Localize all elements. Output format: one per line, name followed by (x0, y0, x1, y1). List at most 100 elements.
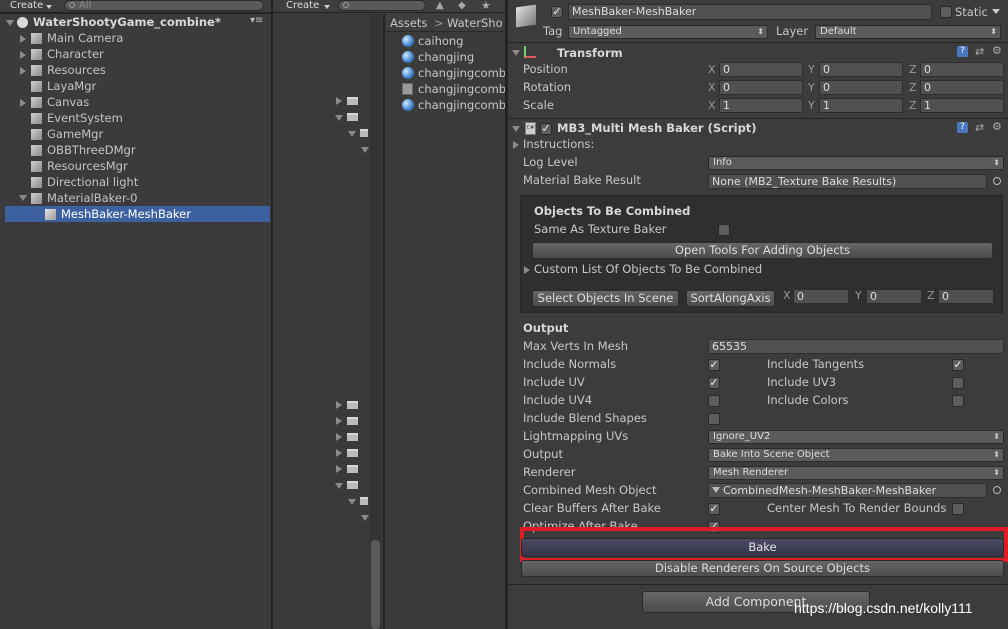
max-verts-field[interactable]: 65535 (708, 339, 1004, 354)
gear-icon[interactable]: ⚙ (992, 120, 1002, 133)
transform-foldout-arrow[interactable] (512, 50, 520, 56)
position-y-field[interactable]: 0 (819, 62, 903, 77)
object-picker-icon[interactable] (993, 177, 1001, 185)
axis-x-label[interactable]: X (783, 289, 791, 302)
expand-arrow-icon[interactable] (336, 465, 342, 473)
favorite-star-icon[interactable]: ★ (481, 0, 491, 12)
include-colors-checkbox[interactable] (952, 395, 964, 407)
bake-button[interactable]: Bake (521, 538, 1004, 557)
combined-mesh-field[interactable]: CombinedMesh-MeshBaker-MeshBaker (708, 483, 987, 498)
axis-z-label[interactable]: Z (927, 289, 935, 302)
axis-y-label[interactable]: Y (808, 63, 815, 76)
include-uv4-checkbox[interactable] (708, 395, 720, 407)
position-z-field[interactable]: 0 (920, 62, 1004, 77)
project-search-input[interactable] (338, 0, 426, 11)
sort-along-axis-button[interactable]: SortAlongAxis (686, 290, 775, 307)
open-tools-button[interactable]: Open Tools For Adding Objects (532, 242, 993, 259)
sort-z-field[interactable]: 0 (938, 289, 994, 304)
hierarchy-create-button[interactable]: Create (6, 0, 47, 12)
material-bake-field[interactable]: None (MB2_Texture Bake Results) (708, 174, 987, 189)
object-picker-icon[interactable] (993, 486, 1001, 494)
renderer-dropdown[interactable]: Mesh Renderer (708, 466, 1004, 480)
expand-arrow-icon[interactable] (336, 449, 342, 457)
filter-label-icon[interactable]: ◆ (458, 0, 466, 11)
filter-type-icon[interactable]: ▲ (436, 0, 444, 11)
log-level-dropdown[interactable]: Info (708, 156, 1004, 170)
static-checkbox[interactable] (940, 6, 952, 18)
collapse-arrow-icon[interactable] (348, 131, 356, 137)
include-uv-checkbox[interactable]: ✓ (708, 377, 720, 389)
clear-buffers-checkbox[interactable]: ✓ (708, 503, 720, 515)
scale-x-field[interactable]: 1 (719, 98, 803, 113)
axis-x-label[interactable]: X (708, 99, 716, 112)
active-checkbox[interactable]: ✓ (551, 6, 563, 18)
scale-y-field[interactable]: 1 (819, 98, 903, 113)
gear-icon[interactable]: ⚙ (992, 44, 1002, 57)
axis-x-label[interactable]: X (708, 81, 716, 94)
include-uv3-checkbox[interactable] (952, 377, 964, 389)
breadcrumb-assets[interactable]: Assets (390, 16, 427, 30)
preset-icon[interactable]: ⇄ (975, 45, 984, 58)
scene-menu-icon[interactable]: ▾≡ (250, 15, 263, 26)
static-dropdown-icon[interactable] (992, 9, 1000, 14)
disable-renderers-button[interactable]: Disable Renderers On Source Objects (521, 560, 1004, 577)
include-tangents-checkbox[interactable]: ✓ (952, 359, 964, 371)
breadcrumb-folder[interactable]: WaterSho (447, 16, 503, 30)
position-x-field[interactable]: 0 (719, 62, 803, 77)
rotation-z-field[interactable]: 0 (920, 80, 1004, 95)
axis-z-label[interactable]: Z (909, 99, 917, 112)
sort-y-field[interactable]: 0 (866, 289, 922, 304)
center-mesh-checkbox[interactable] (952, 503, 964, 515)
object-name-field[interactable]: MeshBaker-MeshBaker (568, 4, 932, 20)
axis-x-label[interactable]: X (708, 63, 716, 76)
expand-arrow-icon[interactable] (336, 417, 342, 425)
script-title[interactable]: MB3_Multi Mesh Baker (Script) (557, 121, 757, 135)
script-enabled-checkbox[interactable]: ✓ (540, 123, 552, 135)
axis-z-label[interactable]: Z (909, 81, 917, 94)
help-icon[interactable]: ? (957, 122, 968, 133)
layer-dropdown[interactable]: Default (815, 25, 1001, 39)
same-as-checkbox[interactable] (718, 224, 730, 236)
instructions-label[interactable]: Instructions: (523, 137, 594, 151)
scene-title[interactable]: WaterShootyGame_combine* (33, 14, 221, 30)
collapse-arrow-icon[interactable] (361, 515, 369, 521)
include-blend-checkbox[interactable] (708, 413, 720, 425)
rotation-y-field[interactable]: 0 (819, 80, 903, 95)
expand-arrow-icon[interactable] (336, 433, 342, 441)
axis-y-label[interactable]: Y (808, 99, 815, 112)
select-objects-button[interactable]: Select Objects In Scene (532, 290, 679, 307)
hierarchy-search-input[interactable]: All (64, 0, 264, 11)
scrollbar-thumb[interactable] (371, 540, 380, 629)
expand-arrow-icon[interactable] (336, 401, 342, 409)
help-icon[interactable]: ? (957, 46, 968, 57)
axis-y-label[interactable]: Y (855, 289, 862, 302)
axis-y-label[interactable]: Y (808, 81, 815, 94)
scene-collapse-arrow[interactable] (6, 20, 14, 26)
output-dropdown[interactable]: Bake Into Scene Object (708, 448, 1004, 462)
expand-arrow-icon[interactable] (20, 51, 26, 59)
expand-arrow-icon[interactable] (20, 99, 26, 107)
collapse-arrow-icon[interactable] (348, 499, 356, 505)
script-foldout-arrow[interactable] (512, 126, 520, 132)
instructions-foldout-arrow[interactable] (513, 141, 519, 149)
preset-icon[interactable]: ⇄ (975, 121, 984, 134)
expand-arrow-icon[interactable] (336, 97, 342, 105)
lightmapping-dropdown[interactable]: Ignore_UV2 (708, 430, 1004, 444)
transform-title[interactable]: Transform (557, 46, 623, 60)
tag-dropdown[interactable]: Untagged (568, 25, 768, 39)
sort-x-field[interactable]: 0 (793, 289, 849, 304)
collapse-arrow-icon[interactable] (361, 147, 369, 153)
project-create-button[interactable]: Create (282, 0, 323, 12)
expand-arrow-icon[interactable] (20, 67, 26, 75)
expand-arrow-icon[interactable] (20, 35, 26, 43)
rotation-x-field[interactable]: 0 (719, 80, 803, 95)
collapse-arrow-icon[interactable] (335, 115, 343, 121)
collapse-arrow-icon[interactable] (19, 195, 27, 201)
scale-z-field[interactable]: 1 (920, 98, 1004, 113)
collapse-arrow-icon[interactable] (335, 483, 343, 489)
folder-tree-scrollbar[interactable] (370, 14, 382, 629)
custom-list-foldout-arrow[interactable] (524, 266, 530, 274)
custom-list-label[interactable]: Custom List Of Objects To Be Combined (534, 262, 762, 276)
axis-z-label[interactable]: Z (909, 63, 917, 76)
include-normals-checkbox[interactable]: ✓ (708, 359, 720, 371)
